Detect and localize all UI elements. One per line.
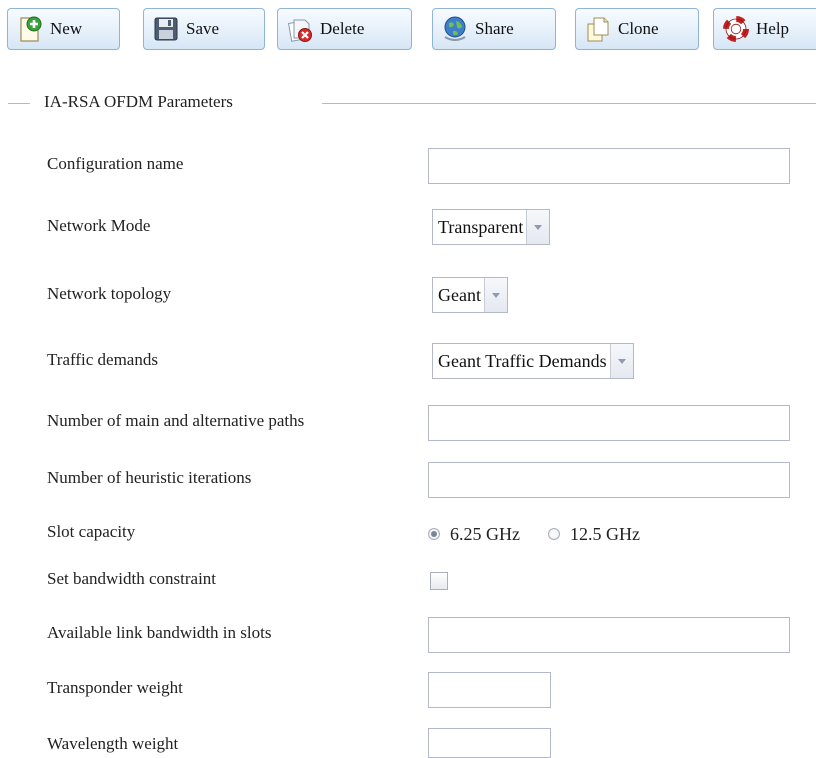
config-name-label: Configuration name — [47, 154, 184, 173]
radio-button-unchecked[interactable] — [548, 528, 560, 540]
clone-button[interactable]: Clone — [575, 8, 699, 50]
share-button[interactable]: Share — [432, 8, 556, 50]
chevron-down-icon — [491, 292, 500, 298]
radio-button-checked[interactable] — [428, 528, 440, 540]
available-bandwidth-input[interactable] — [428, 617, 790, 653]
delete-button[interactable]: Delete — [277, 8, 412, 50]
network-mode-value: Transparent — [438, 217, 524, 237]
bandwidth-constraint-label: Set bandwidth constraint — [47, 569, 217, 588]
traffic-demands-combo[interactable]: Geant Traffic Demands — [432, 343, 634, 379]
num-paths-label: Number of main and alternative paths — [47, 411, 305, 430]
globe-share-icon — [444, 16, 466, 41]
network-topology-trigger[interactable] — [483, 278, 507, 312]
bandwidth-constraint-checkbox[interactable] — [430, 572, 448, 590]
delete-document-icon — [287, 19, 312, 42]
slot-capacity-option-label: 6.25 GHz — [450, 523, 520, 544]
slot-capacity-option-12-5[interactable]: 12.5 GHz — [548, 524, 640, 545]
num-paths-input[interactable] — [428, 405, 790, 441]
slot-capacity-option-6-25[interactable]: 6.25 GHz — [428, 524, 520, 545]
clone-button-label: Clone — [618, 19, 659, 38]
fieldset-line-left — [8, 103, 30, 104]
network-mode-label: Network Mode — [47, 216, 151, 235]
delete-button-label: Delete — [320, 19, 365, 38]
fieldset-line-right — [322, 103, 816, 104]
network-topology-combo[interactable]: Geant — [432, 277, 508, 313]
num-iterations-input[interactable] — [428, 462, 790, 498]
clone-document-icon — [587, 17, 609, 42]
floppy-disk-icon — [154, 17, 178, 41]
traffic-demands-value: Geant Traffic Demands — [438, 351, 607, 371]
available-bandwidth-label: Available link bandwidth in slots — [47, 623, 272, 642]
new-document-icon — [20, 16, 42, 42]
network-topology-value: Geant — [438, 285, 481, 305]
num-iterations-label: Number of heuristic iterations — [47, 468, 252, 487]
new-button[interactable]: New — [7, 8, 120, 50]
config-name-input[interactable] — [428, 148, 790, 184]
chevron-down-icon — [617, 358, 626, 364]
help-button[interactable]: Help — [713, 8, 816, 50]
new-button-label: New — [50, 19, 83, 38]
wavelength-weight-input[interactable] — [428, 728, 551, 758]
transponder-weight-label: Transponder weight — [47, 678, 183, 697]
traffic-demands-trigger[interactable] — [609, 344, 633, 378]
lifebuoy-help-icon — [723, 16, 749, 42]
transponder-weight-input[interactable] — [428, 672, 551, 708]
help-button-label: Help — [756, 19, 790, 38]
save-button-label: Save — [186, 19, 220, 38]
fieldset-legend: IA-RSA OFDM Parameters — [44, 92, 233, 111]
slot-capacity-option-label: 12.5 GHz — [570, 523, 640, 544]
save-button[interactable]: Save — [143, 8, 265, 50]
network-mode-combo[interactable]: Transparent — [432, 209, 551, 245]
slot-capacity-label: Slot capacity — [47, 522, 136, 541]
wavelength-weight-label: Wavelength weight — [47, 734, 179, 753]
slot-capacity-radio-group: 6.25 GHz 12.5 GHz — [428, 522, 640, 546]
share-button-label: Share — [475, 19, 514, 38]
network-mode-trigger[interactable] — [526, 210, 550, 244]
traffic-demands-label: Traffic demands — [47, 350, 158, 369]
chevron-down-icon — [534, 224, 543, 230]
network-topology-label: Network topology — [47, 284, 172, 303]
